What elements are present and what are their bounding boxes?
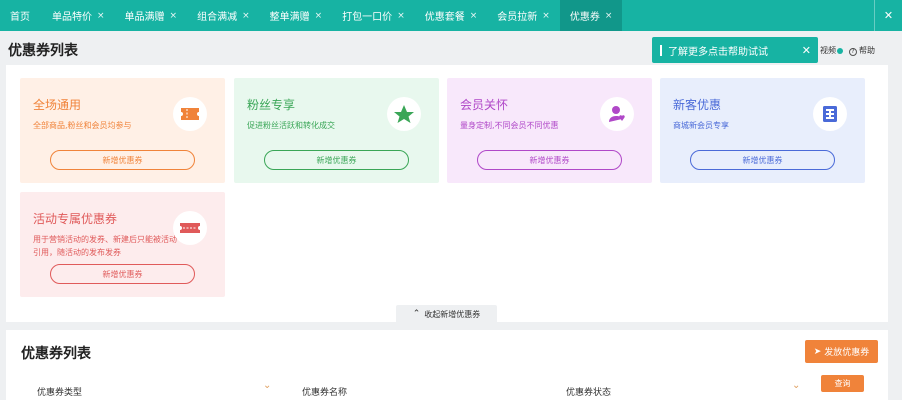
close-icon[interactable]: × xyxy=(470,11,478,21)
template-title: 活动专属优惠券 xyxy=(33,212,118,226)
add-coupon-button[interactable]: 新增优惠券 xyxy=(690,150,835,170)
tab-label: 整单满赠 xyxy=(269,12,310,23)
tab-bar: 首页 单品特价 × 单品满赠 × 组合满减 × 整单满赠 × 打包一口价 × 优… xyxy=(0,0,902,31)
video-icon xyxy=(837,47,843,54)
template-title: 会员关怀 xyxy=(460,98,509,112)
star-icon xyxy=(387,97,421,131)
tab-label: 组合满减 xyxy=(197,12,238,23)
template-title: 粉丝专享 xyxy=(247,98,296,112)
template-desc: 全部商品,粉丝和会员均参与 xyxy=(33,121,132,130)
template-card-fans: 粉丝专享 促进粉丝活跃和转化成交 新增优惠券 xyxy=(234,78,439,183)
help-link[interactable]: ? 帮助 xyxy=(849,45,875,56)
tab-package[interactable]: 优惠套餐 × xyxy=(415,0,488,31)
header-links: 视频 ? 帮助 xyxy=(820,45,875,56)
collapse-templates-button[interactable]: ⌃ 收起新增优惠券 xyxy=(396,305,497,323)
toast-text: 了解更多点击帮助试试 xyxy=(668,46,768,58)
add-coupon-button[interactable]: 新增优惠券 xyxy=(50,264,195,284)
new-customer-icon xyxy=(813,97,847,131)
tab-label: 单品特价 xyxy=(52,12,92,23)
template-title: 新客优惠 xyxy=(673,98,722,112)
video-label: 视频 xyxy=(820,46,836,55)
tab-combo-discount[interactable]: 组合满减 × xyxy=(187,0,260,31)
query-button[interactable]: 查询 xyxy=(821,375,864,392)
template-card-member: 会员关怀 量身定制,不同会员不同优惠 新增优惠券 xyxy=(447,78,652,183)
issue-coupon-label: 发放优惠券 xyxy=(824,348,870,358)
coupon-icon xyxy=(173,211,207,245)
chevron-down-icon[interactable]: ⌄ xyxy=(792,380,800,391)
close-icon[interactable]: × xyxy=(97,11,105,21)
template-desc: 用于营销活动的发券、新建后只能被活动引用，随活动的发布发券 xyxy=(33,235,177,257)
add-coupon-button[interactable]: 新增优惠券 xyxy=(264,150,409,170)
template-desc: 促进粉丝活跃和转化成交 xyxy=(247,121,335,130)
tab-order-gift[interactable]: 整单满赠 × xyxy=(260,0,333,31)
add-coupon-button[interactable]: 新增优惠券 xyxy=(477,150,622,170)
filter-type-label[interactable]: 优惠券类型 xyxy=(37,385,82,398)
help-icon: ? xyxy=(849,48,857,56)
template-card-new-customer: 新客优惠 商城新会员专享 新增优惠券 xyxy=(660,78,865,183)
issue-coupon-button[interactable]: ➤ 发放优惠券 xyxy=(805,340,878,363)
tab-label: 打包一口价 xyxy=(342,12,393,23)
toast-close-icon[interactable]: ✕ xyxy=(802,44,811,57)
coupon-list-panel: 优惠券列表 ➤ 发放优惠券 优惠券类型 ⌄ 优惠券名称 优惠券状态 ⌄ 查询 xyxy=(6,330,888,400)
member-icon xyxy=(600,97,634,131)
template-title: 全场通用 xyxy=(33,98,82,112)
ticket-icon xyxy=(173,97,207,131)
close-all-tabs-button[interactable]: ✕ xyxy=(874,0,902,31)
help-label: 帮助 xyxy=(859,46,875,55)
template-desc: 量身定制,不同会员不同优惠 xyxy=(460,121,559,130)
add-coupon-button[interactable]: 新增优惠券 xyxy=(50,150,195,170)
template-desc: 商城新会员专享 xyxy=(673,121,729,130)
send-icon: ➤ xyxy=(813,346,822,357)
video-link[interactable]: 视频 xyxy=(820,45,843,56)
close-icon[interactable]: × xyxy=(170,11,178,21)
page-title: 优惠券列表 xyxy=(8,43,78,59)
close-icon[interactable]: × xyxy=(397,11,405,21)
tab-label: 会员拉新 xyxy=(497,12,538,23)
list-title: 优惠券列表 xyxy=(21,346,91,362)
chevron-up-icon: ⌃ xyxy=(412,309,421,319)
tab-item-special-price[interactable]: 单品特价 × xyxy=(42,0,115,31)
filter-status-label[interactable]: 优惠券状态 xyxy=(566,385,611,398)
tab-label: 优惠套餐 xyxy=(424,12,465,23)
tab-bar-spacer xyxy=(622,0,874,31)
chevron-down-icon[interactable]: ⌄ xyxy=(263,380,271,391)
help-toast: 了解更多点击帮助试试 ✕ xyxy=(652,37,818,63)
tab-item-gift[interactable]: 单品满赠 × xyxy=(115,0,188,31)
collapse-label: 收起新增优惠券 xyxy=(424,309,481,319)
tab-coupon[interactable]: 优惠券 × xyxy=(559,0,623,31)
tab-label: 优惠券 xyxy=(569,12,600,23)
toast-bar-icon xyxy=(660,44,662,56)
template-card-activity: 活动专属优惠券 用于营销活动的发券、新建后只能被活动引用，随活动的发布发券 新增… xyxy=(20,192,225,297)
tab-label: 单品满赠 xyxy=(124,12,165,23)
coupon-templates-panel: 全场通用 全部商品,粉丝和会员均参与 新增优惠券 粉丝专享 促进粉丝活跃和转化成… xyxy=(6,65,888,323)
close-icon[interactable]: × xyxy=(605,11,613,21)
tab-bundle-price[interactable]: 打包一口价 × xyxy=(332,0,415,31)
template-card-all: 全场通用 全部商品,粉丝和会员均参与 新增优惠券 xyxy=(20,78,225,183)
close-icon[interactable]: × xyxy=(542,11,550,21)
filter-name-label[interactable]: 优惠券名称 xyxy=(302,385,347,398)
tab-label: 首页 xyxy=(10,12,30,23)
close-icon[interactable]: × xyxy=(315,11,323,21)
tab-home[interactable]: 首页 xyxy=(0,0,42,31)
tab-member-acquisition[interactable]: 会员拉新 × xyxy=(487,0,560,31)
close-icon[interactable]: × xyxy=(242,11,250,21)
